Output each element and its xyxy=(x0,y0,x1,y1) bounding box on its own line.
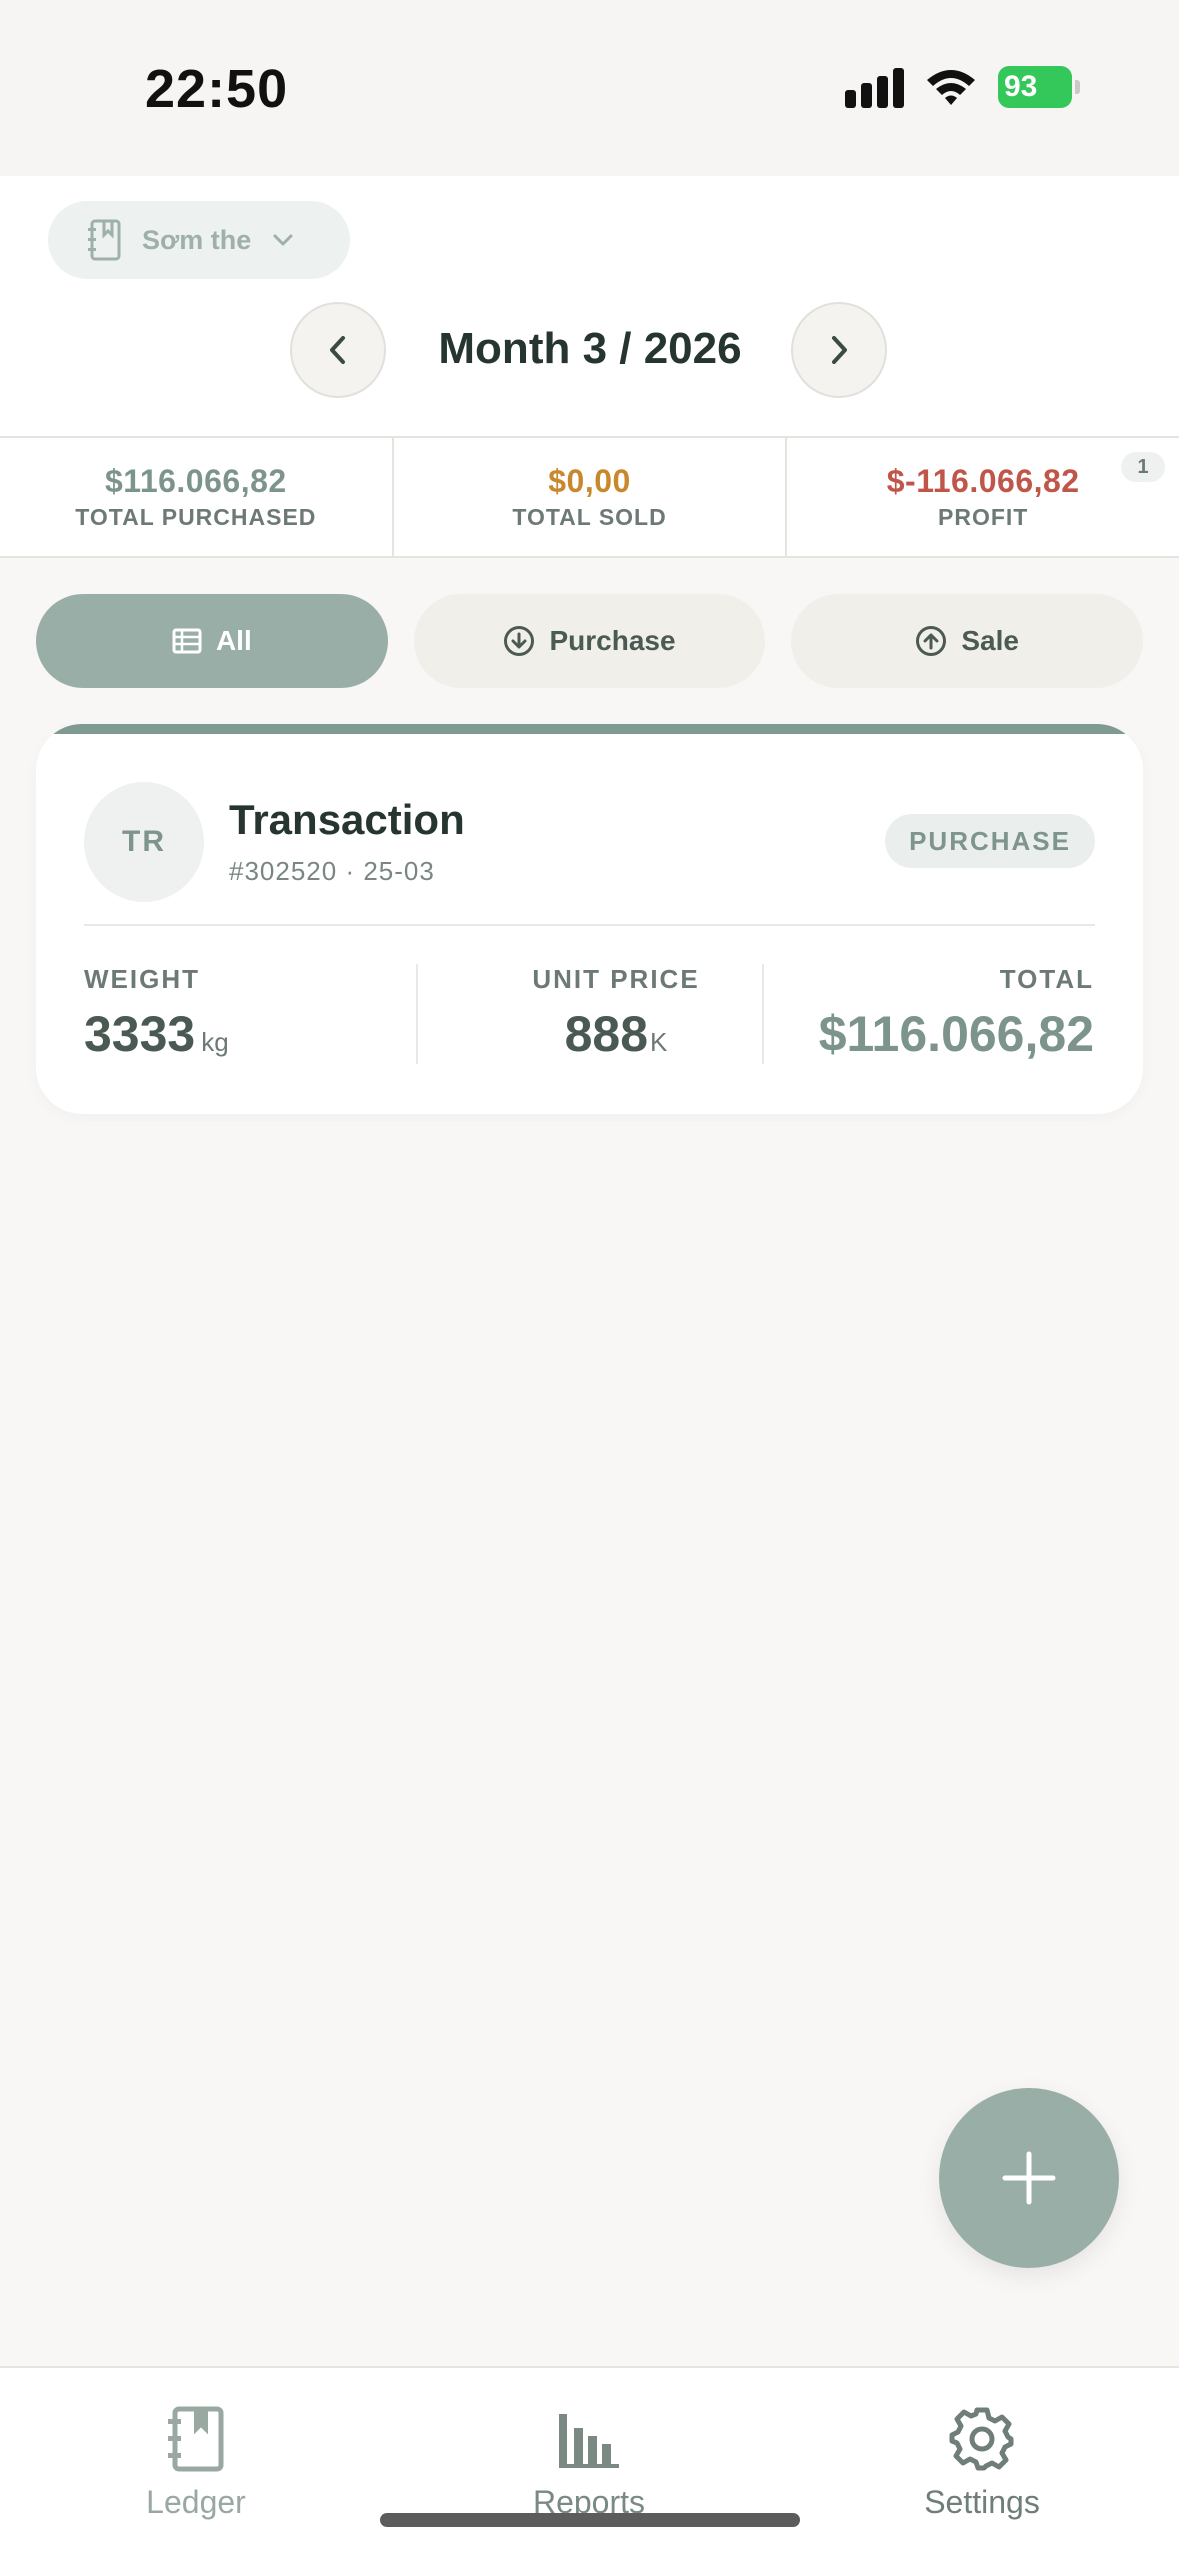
unit-price-label: UNIT PRICE xyxy=(532,964,700,994)
total-label: TOTAL xyxy=(999,964,1094,994)
header: Sơm the Month 3 / 2026 xyxy=(0,176,1179,436)
notebook-icon xyxy=(88,219,121,261)
weight-value-row: 3333 kg xyxy=(84,1005,424,1063)
unit-price-value-row: 888K xyxy=(446,1005,786,1063)
filter-all-label: All xyxy=(215,625,252,656)
battery-level: 93 xyxy=(998,66,1072,108)
status-time: 22:50 xyxy=(145,59,289,119)
metric-weight: WEIGHT 3333 kg xyxy=(84,964,424,1063)
ledger-name: Sơm the xyxy=(142,224,252,255)
metric-unit-price: UNIT PRICE 888K xyxy=(446,964,786,1063)
metric-total: TOTAL $116.066,82 xyxy=(756,964,1094,1063)
home-indicator xyxy=(380,2513,800,2527)
filter-tabs: All Purchase Sale xyxy=(36,594,1144,688)
card-accent-bar xyxy=(36,724,1143,734)
wifi-icon xyxy=(927,70,975,105)
weight-label: WEIGHT xyxy=(84,964,200,994)
notebook-icon xyxy=(168,2406,224,2472)
tab-ledger[interactable]: Ledger xyxy=(46,2406,346,2521)
month-title: Month 3 / 2026 xyxy=(438,324,742,373)
app-screen: 22:50 93 Sơm the Month 3 / 2026 $116.066… xyxy=(0,0,1179,2556)
transaction-count-badge: 1 xyxy=(1121,452,1166,482)
weight-unit: kg xyxy=(201,1027,229,1057)
metric-separator xyxy=(416,964,418,1064)
transaction-title: Transaction xyxy=(229,796,465,843)
total-sold-label: TOTAL SOLD xyxy=(512,504,667,530)
profit-label: PROFIT xyxy=(938,504,1029,530)
previous-month-button[interactable] xyxy=(290,302,386,398)
bottom-tab-bar: Ledger Reports Settings xyxy=(0,2366,1179,2556)
cellular-signal-icon xyxy=(845,68,904,108)
total-value: $116.066,82 xyxy=(818,1006,1094,1062)
tab-ledger-label: Ledger xyxy=(146,2484,246,2520)
month-navigator: Month 3 / 2026 xyxy=(0,302,1179,398)
summary-bar: $116.066,82 TOTAL PURCHASED $0,00 TOTAL … xyxy=(0,436,1179,558)
transaction-type-badge: PURCHASE xyxy=(885,814,1095,868)
add-transaction-button[interactable] xyxy=(939,2088,1119,2268)
filter-purchase-label: Purchase xyxy=(549,625,676,656)
summary-profit: $-116.066,82 PROFIT 1 xyxy=(787,438,1179,556)
summary-total-sold: $0,00 TOTAL SOLD xyxy=(394,438,788,556)
total-purchased-value: $116.066,82 xyxy=(104,463,287,499)
arrow-down-circle-icon xyxy=(504,626,535,656)
tab-settings[interactable]: Settings xyxy=(832,2406,1132,2521)
total-sold-value: $0,00 xyxy=(548,463,631,499)
unit-price-value: 888 xyxy=(564,1006,649,1062)
card-divider xyxy=(84,924,1095,926)
transaction-subtitle: #302520 · 25-03 xyxy=(229,856,435,886)
filter-sale-button[interactable]: Sale xyxy=(791,594,1144,688)
filter-sale-label: Sale xyxy=(961,625,1019,656)
chevron-left-icon xyxy=(330,336,345,364)
gear-icon xyxy=(949,2407,1014,2471)
total-purchased-label: TOTAL PURCHASED xyxy=(75,504,317,530)
status-bar: 22:50 93 xyxy=(0,0,1179,176)
filter-purchase-button[interactable]: Purchase xyxy=(413,594,766,688)
profit-value: $-116.066,82 xyxy=(886,463,1080,499)
chevron-down-icon xyxy=(273,234,293,246)
battery-cap xyxy=(1075,80,1080,94)
arrow-up-circle-icon xyxy=(916,626,947,656)
list-icon xyxy=(172,628,202,654)
plus-icon xyxy=(1002,2151,1056,2205)
summary-total-purchased: $116.066,82 TOTAL PURCHASED xyxy=(0,438,394,556)
filter-all-button[interactable]: All xyxy=(36,594,388,688)
unit-price-unit: K xyxy=(650,1027,668,1057)
tab-reports[interactable]: Reports xyxy=(439,2406,739,2521)
battery-icon: 93 xyxy=(998,66,1080,108)
ledger-selector[interactable]: Sơm the xyxy=(48,201,350,279)
weight-value: 3333 xyxy=(84,1006,196,1062)
tab-settings-label: Settings xyxy=(924,2484,1040,2520)
chevron-right-icon xyxy=(832,336,847,364)
bar-chart-icon xyxy=(559,2414,619,2468)
next-month-button[interactable] xyxy=(791,302,887,398)
transaction-card[interactable]: TR Transaction #302520 · 25-03 PURCHASE … xyxy=(36,724,1143,1114)
avatar: TR xyxy=(84,782,204,902)
